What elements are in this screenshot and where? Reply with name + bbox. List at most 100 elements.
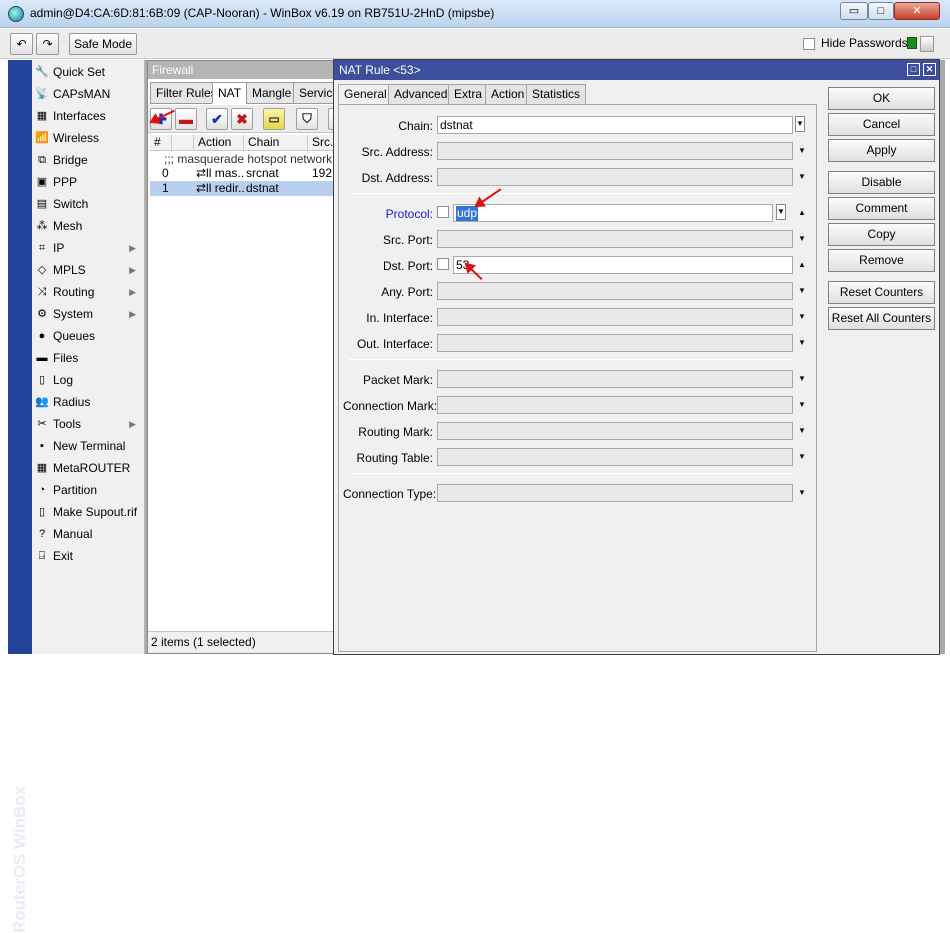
reset-counters-button[interactable]: Reset Counters — [828, 281, 935, 304]
brand-strip: RouterOS WinBox — [8, 60, 32, 933]
connection-type-field[interactable] — [437, 484, 793, 502]
in-interface-field[interactable] — [437, 308, 793, 326]
any-port-field[interactable] — [437, 282, 793, 300]
sidebar-item-label: System — [53, 307, 94, 321]
any-port-dropdown-icon[interactable]: ▼ — [797, 282, 807, 300]
sidebar-item-wireless[interactable]: 📶 Wireless — [32, 127, 145, 149]
redo-icon[interactable]: ↷ — [36, 33, 59, 55]
protocol-label: Protocol: — [385, 207, 433, 221]
sidebar-item-tools[interactable]: ✂ Tools ▶ — [32, 413, 145, 435]
col-action[interactable]: Action — [194, 135, 244, 151]
protocol-negate-checkbox[interactable] — [437, 206, 449, 218]
routing-table-dropdown-icon[interactable]: ▼ — [797, 448, 807, 466]
sidebar-item-bridge[interactable]: ⧉ Bridge — [32, 149, 145, 171]
sidebar-item-quick-set[interactable]: 🔧 Quick Set — [32, 61, 145, 83]
dst-address-dropdown-icon[interactable]: ▼ — [797, 168, 807, 186]
comment-row[interactable]: ;;; masquerade hotspot network — [150, 152, 336, 167]
sidebar-item-system[interactable]: ⚙ System ▶ — [32, 303, 145, 325]
separator — [349, 193, 794, 194]
protocol-collapse-icon[interactable]: ▲ — [797, 204, 807, 222]
protocol-select[interactable]: udp — [453, 204, 773, 222]
sidebar-item-metarouter[interactable]: ▦ MetaROUTER — [32, 457, 145, 479]
copy-button[interactable]: Copy — [828, 223, 935, 246]
tab-nat[interactable]: NAT — [212, 82, 248, 104]
tab-advanced[interactable]: Advanced — [388, 84, 454, 104]
files-icon: ▬ — [36, 352, 48, 364]
remove-icon[interactable]: ▬ — [175, 108, 197, 130]
src-port-dropdown-icon[interactable]: ▼ — [797, 230, 807, 248]
src-address-dropdown-icon[interactable]: ▼ — [797, 142, 807, 160]
tab-general[interactable]: General — [338, 84, 393, 105]
sidebar-item-switch[interactable]: ▤ Switch — [32, 193, 145, 215]
dst-port-input[interactable]: 53 — [453, 256, 793, 274]
comment-button[interactable]: Comment — [828, 197, 935, 220]
apply-button[interactable]: Apply — [828, 139, 935, 162]
sidebar-item-new-terminal[interactable]: ▪ New Terminal — [32, 435, 145, 457]
sidebar-item-log[interactable]: ▯ Log — [32, 369, 145, 391]
sidebar-item-routing[interactable]: ⤨ Routing ▶ — [32, 281, 145, 303]
sidebar-item-files[interactable]: ▬ Files — [32, 347, 145, 369]
safe-mode-button[interactable]: Safe Mode — [69, 33, 137, 55]
hide-passwords-checkbox[interactable] — [803, 38, 815, 50]
dialog-close-icon[interactable]: ✕ — [923, 63, 936, 76]
enable-icon[interactable]: ✔ — [206, 108, 228, 130]
disable-icon[interactable]: ✖ — [231, 108, 253, 130]
tab-service[interactable]: Service — [293, 82, 336, 104]
sidebar-item-radius[interactable]: 👥 Radius — [32, 391, 145, 413]
in-interface-dropdown-icon[interactable]: ▼ — [797, 308, 807, 326]
table-row[interactable]: 0 ⇄ll mas... srcnat 192. — [150, 166, 336, 181]
dst-port-collapse-icon[interactable]: ▲ — [797, 256, 807, 274]
sidebar-item-queues[interactable]: ● Queues — [32, 325, 145, 347]
tab-action[interactable]: Action — [485, 84, 531, 104]
sidebar-item-manual[interactable]: ? Manual — [32, 523, 145, 545]
comment-icon[interactable]: ▭ — [263, 108, 285, 130]
src-port-field[interactable] — [437, 230, 793, 248]
filter-icon[interactable]: ⛉ — [296, 108, 318, 130]
out-interface-dropdown-icon[interactable]: ▼ — [797, 334, 807, 352]
out-interface-field[interactable] — [437, 334, 793, 352]
dst-port-negate-checkbox[interactable] — [437, 258, 449, 270]
col-blank[interactable] — [172, 135, 194, 151]
close-icon[interactable]: ✕ — [894, 2, 940, 20]
restore-icon[interactable]: □ — [907, 63, 920, 76]
undo-icon[interactable]: ↶ — [10, 33, 33, 55]
tab-mangle[interactable]: Mangle — [246, 82, 298, 104]
sidebar-item-make-supout-rif[interactable]: ▯ Make Supout.rif — [32, 501, 145, 523]
routing-mark-field[interactable] — [437, 422, 793, 440]
tab-statistics[interactable]: Statistics — [526, 84, 587, 104]
col-num[interactable]: # — [150, 135, 172, 151]
reset-all-counters-button[interactable]: Reset All Counters — [828, 307, 935, 330]
connection-mark-field[interactable] — [437, 396, 793, 414]
chain-dropdown-icon[interactable]: ▼ — [795, 116, 805, 132]
connection-type-dropdown-icon[interactable]: ▼ — [797, 484, 807, 502]
sidebar-item-ip[interactable]: ⌗ IP ▶ — [32, 237, 145, 259]
packet-mark-dropdown-icon[interactable]: ▼ — [797, 370, 807, 388]
dialog-title: NAT Rule <53> — [334, 60, 939, 80]
routing-table-field[interactable] — [437, 448, 793, 466]
remove-button[interactable]: Remove — [828, 249, 935, 272]
ok-button[interactable]: OK — [828, 87, 935, 110]
sidebar-item-mesh[interactable]: ⁂ Mesh — [32, 215, 145, 237]
sidebar-item-interfaces[interactable]: ▦ Interfaces — [32, 105, 145, 127]
log-icon: ▯ — [38, 374, 46, 386]
chain-select[interactable]: dstnat — [437, 116, 793, 134]
disable-button[interactable]: Disable — [828, 171, 935, 194]
packet-mark-field[interactable] — [437, 370, 793, 388]
sidebar-item-partition[interactable]: ◔ Partition — [32, 479, 145, 501]
sidebar-item-ppp[interactable]: ▣ PPP — [32, 171, 145, 193]
col-chain[interactable]: Chain — [244, 135, 308, 151]
routing-mark-dropdown-icon[interactable]: ▼ — [797, 422, 807, 440]
cancel-button[interactable]: Cancel — [828, 113, 935, 136]
sidebar-item-mpls[interactable]: ◇ MPLS ▶ — [32, 259, 145, 281]
sidebar-item-exit[interactable]: ⍈ Exit — [32, 545, 145, 567]
col-src[interactable]: Src. — [308, 135, 336, 151]
dst-address-field[interactable] — [437, 168, 793, 186]
maximize-icon[interactable]: □ — [868, 2, 894, 20]
table-row-selected[interactable]: 1 ⇄ll redir... dstnat — [150, 181, 336, 196]
sidebar-item-capsman[interactable]: 📡 CAPsMAN — [32, 83, 145, 105]
tab-extra[interactable]: Extra — [448, 84, 489, 104]
minimize-icon[interactable]: ▭ — [840, 2, 868, 20]
protocol-dropdown-icon[interactable]: ▼ — [776, 204, 786, 220]
src-address-field[interactable] — [437, 142, 793, 160]
connection-mark-dropdown-icon[interactable]: ▼ — [797, 396, 807, 414]
